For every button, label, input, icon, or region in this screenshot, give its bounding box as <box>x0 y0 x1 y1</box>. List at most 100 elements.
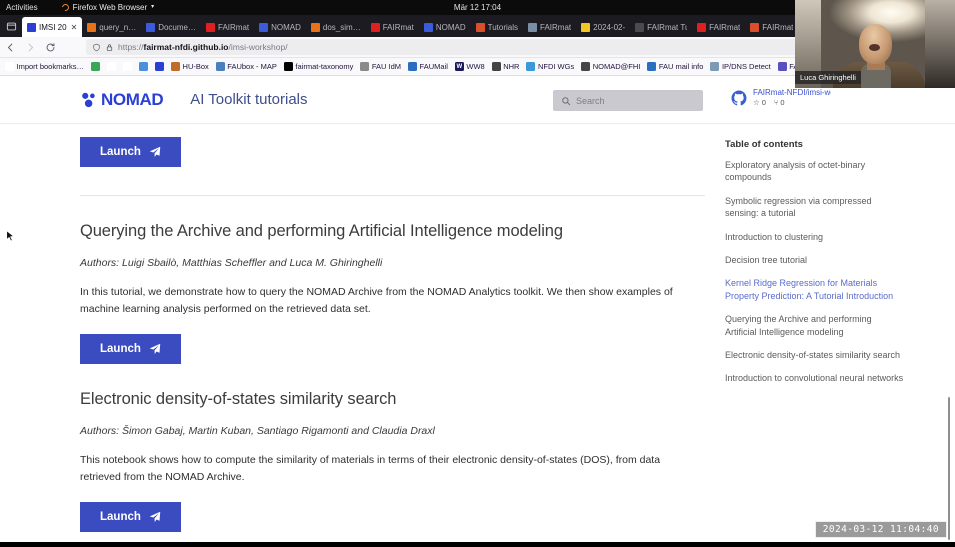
nfdi-icon <box>526 62 536 71</box>
toc-item[interactable]: Introduction to clustering <box>725 231 905 243</box>
browser-tab[interactable]: NOMAD <box>254 17 306 37</box>
browser-tab[interactable]: FAIRmat <box>523 17 576 37</box>
browser-tab-label: NOMAD <box>435 22 466 32</box>
bookmark-label: Import bookmarks… <box>16 62 85 71</box>
reload-icon[interactable] <box>40 38 60 57</box>
search-placeholder: Search <box>576 95 605 106</box>
main-content: Launch Querying the Archive and performi… <box>80 125 705 547</box>
bookmark-item[interactable]: NFDI WGs <box>526 62 574 71</box>
launch-label-top: Launch <box>100 146 141 158</box>
forward-arrow-icon[interactable] <box>20 38 40 57</box>
drive-bookmark-icon: △ <box>123 62 133 71</box>
url-bar[interactable]: https://fairmat-nfdi.github.io/imsi-work… <box>86 39 900 55</box>
bookmark-item[interactable]: W WW8 <box>454 62 485 71</box>
browser-tab[interactable]: IMSI 20 ✕ <box>22 17 83 37</box>
jupyter-favicon <box>310 22 320 32</box>
bookmark-item[interactable] <box>139 62 149 71</box>
nomad-favicon <box>423 22 433 32</box>
jupyter-favicon <box>87 22 97 32</box>
browser-tab-label: FAIRmat <box>218 22 250 32</box>
tutorial-authors: Authors: Šimon Gabaj, Martin Kuban, Sant… <box>80 425 435 438</box>
ww8-icon: W <box>454 62 464 71</box>
youtube-favicon <box>370 22 380 32</box>
tutorial-list: Querying the Archive and performing Arti… <box>80 222 705 533</box>
toc-item[interactable]: Electronic density-of-states similarity … <box>725 349 905 361</box>
close-icon[interactable]: ✕ <box>71 23 78 32</box>
nomad-bookmark-icon <box>155 62 165 71</box>
bookmark-label: IP/DNS Detect <box>721 62 771 71</box>
tutorial-card: Querying the Archive and performing Arti… <box>80 222 705 365</box>
browser-tab-label: FAIRmat <box>762 22 794 32</box>
fauidm-icon <box>360 62 370 71</box>
browser-tab[interactable]: FAIRmat <box>201 17 254 37</box>
bookmark-label: WW8 <box>466 62 485 71</box>
fork-icon: ⑂ <box>773 98 779 107</box>
list-all-tabs-icon[interactable] <box>0 15 22 37</box>
jupyterhub-favicon <box>750 22 760 32</box>
webcam-participant-name: Luca Ghiringhelli <box>795 71 861 84</box>
browser-tab[interactable]: FAIRmat <box>366 17 419 37</box>
bookmark-item[interactable]: IP/DNS Detect <box>710 62 771 71</box>
screen-root: Activities Firefox Web Browser ▾ Mär 12 … <box>0 0 955 547</box>
launch-button-top[interactable]: Launch <box>80 137 181 167</box>
browser-tab[interactable]: FAIRmat Tu <box>630 17 692 37</box>
browser-tab[interactable]: Tutorials <box>471 17 523 37</box>
browser-tab-label: IMSI 20 <box>39 22 67 32</box>
browser-tab[interactable]: FAIRmat <box>745 17 798 37</box>
table-of-contents: Table of contents Exploratory analysis o… <box>725 125 905 396</box>
bookmark-item[interactable] <box>155 62 165 71</box>
search-icon <box>562 96 571 105</box>
browser-tab-label: query_n… <box>99 22 137 32</box>
launch-button[interactable]: Launch <box>80 502 181 533</box>
toc-item[interactable]: Exploratory analysis of octet-binary com… <box>725 159 905 184</box>
bookmark-item[interactable]: FAU mail info <box>647 62 703 71</box>
toc-item[interactable]: Decision tree tutorial <box>725 254 905 266</box>
browser-tab[interactable]: dos_sim… <box>306 17 366 37</box>
webcam-overlay[interactable]: Luca Ghiringhelli <box>795 0 955 88</box>
bookmark-item[interactable]: △ <box>123 62 133 71</box>
jupyterhub-favicon <box>475 22 485 32</box>
search-input[interactable]: Search <box>553 90 703 111</box>
bookmark-item[interactable]: NHR <box>491 62 519 71</box>
toc-item[interactable]: Symbolic regression via compressed sensi… <box>725 195 905 220</box>
webcam-mouth <box>869 44 880 51</box>
faumail-icon <box>408 62 418 71</box>
toc-item[interactable]: Introduction to convolutional neural net… <box>725 372 905 384</box>
back-arrow-icon[interactable] <box>0 38 20 57</box>
bookmark-item[interactable]: ⇥ Import bookmarks… <box>5 62 84 71</box>
toc-items: Exploratory analysis of octet-binary com… <box>725 159 905 385</box>
browser-tab[interactable]: 2024-02- <box>576 17 630 37</box>
github-repo-badge[interactable]: FAIRmat-NFDI/imsi-worksh… ☆0 ⑂0 <box>730 88 831 107</box>
browser-tab[interactable]: NOMAD <box>419 17 471 37</box>
tutorial-description: This notebook shows how to compute the s… <box>80 454 661 483</box>
bookmark-item[interactable]: NOMAD@FHI <box>581 62 640 71</box>
site-brand[interactable]: NOMAD <box>80 89 164 110</box>
bookmark-label: FAUMail <box>419 62 448 71</box>
page-title: AI Toolkit tutorials <box>190 91 308 108</box>
browser-tab[interactable]: Docume… <box>141 17 201 37</box>
launch-button[interactable]: Launch <box>80 334 181 365</box>
bookmark-item[interactable]: M <box>107 62 117 71</box>
bookmark-item[interactable] <box>91 62 101 71</box>
toc-item[interactable]: Querying the Archive and performing Arti… <box>725 313 905 338</box>
bookmark-item[interactable]: FAUMail <box>408 62 448 71</box>
browser-tab-label: Docume… <box>158 22 196 32</box>
bookmark-item[interactable]: fairmat-taxonomy <box>283 62 353 71</box>
bookmark-item[interactable]: FAU IdM <box>360 62 401 71</box>
globe-favicon <box>528 22 537 32</box>
faubox-icon <box>215 62 225 71</box>
bookmark-item[interactable]: FAUbox - MAP <box>215 62 277 71</box>
nomad-favicon <box>27 22 36 32</box>
faumailinfo-icon <box>647 62 657 71</box>
page-scrollbar[interactable] <box>948 397 950 540</box>
browser-tab[interactable]: FAIRmat <box>692 17 745 37</box>
browser-tab-label: FAIRmat <box>382 22 414 32</box>
bookmark-item[interactable]: HU-Box <box>171 62 209 71</box>
browser-tab[interactable]: query_n… <box>82 17 141 37</box>
url-text: https://fairmat-nfdi.github.io/imsi-work… <box>118 42 288 52</box>
toc-heading: Table of contents <box>725 139 803 150</box>
bookmark-label: HU-Box <box>182 62 209 71</box>
toc-item[interactable]: Kernel Ridge Regression for Materials Pr… <box>725 277 905 302</box>
star-icon: ☆ <box>753 98 760 107</box>
brand-name: NOMAD <box>101 89 164 109</box>
